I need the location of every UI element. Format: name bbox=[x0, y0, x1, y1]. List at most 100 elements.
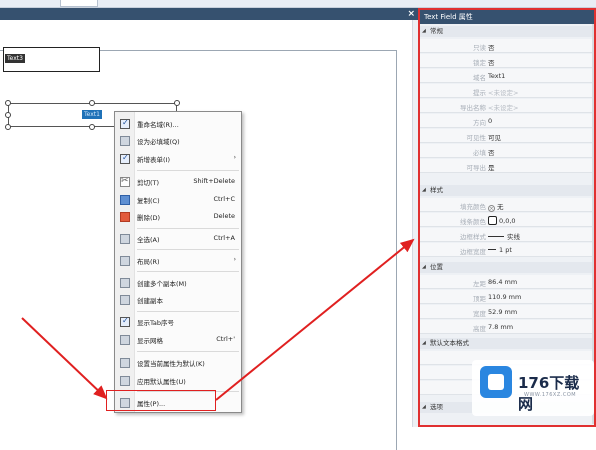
menu-item-layout[interactable]: 布局(R) › bbox=[115, 253, 241, 269]
menu-item-show-grid[interactable]: 显示网格 Ctrl+' bbox=[115, 332, 241, 348]
menu-shortcut: Delete bbox=[213, 212, 235, 220]
resize-handle[interactable] bbox=[5, 124, 11, 130]
site-watermark: 176下载网 WWW.176XZ.COM bbox=[472, 360, 594, 416]
menu-item-label: 复制(C) bbox=[137, 197, 160, 205]
field-name-tag: Text1 bbox=[82, 110, 102, 119]
menu-item-apply-default-properties[interactable]: 应用默认属性(U) bbox=[115, 373, 241, 389]
menu-shortcut: Ctrl+' bbox=[216, 335, 235, 343]
layout-icon bbox=[120, 256, 130, 266]
required-icon bbox=[120, 136, 130, 146]
prop-value: 110.9 mm bbox=[488, 293, 522, 301]
prop-key: 宽度 bbox=[473, 310, 486, 318]
text-field-text3[interactable]: Text3 bbox=[3, 47, 100, 72]
submenu-arrow-icon: › bbox=[233, 154, 236, 161]
prop-row-left[interactable]: 左距 86.4 mm bbox=[420, 275, 594, 289]
resize-handle[interactable] bbox=[89, 124, 95, 130]
no-fill-icon: × bbox=[488, 205, 495, 212]
section-position[interactable]: 位置 bbox=[420, 262, 594, 273]
menu-item-label: 剪切(T) bbox=[137, 179, 160, 187]
close-document-icon[interactable]: × bbox=[407, 8, 415, 20]
prop-row-width[interactable]: 宽度 52.9 mm bbox=[420, 305, 594, 319]
prop-value: 0,0,0 bbox=[499, 217, 516, 225]
submenu-arrow-icon: › bbox=[233, 256, 236, 263]
document-header-bar: × bbox=[0, 8, 418, 20]
solid-line-icon bbox=[488, 236, 504, 237]
prop-row-field-name[interactable]: 域名 Text1 bbox=[420, 69, 594, 83]
prop-value: Text1 bbox=[488, 72, 506, 80]
multiple-copies-icon bbox=[120, 278, 130, 288]
section-style[interactable]: 样式 bbox=[420, 185, 594, 196]
resize-handle[interactable] bbox=[174, 100, 180, 106]
menu-item-cut[interactable]: 剪切(T) Shift+Delete bbox=[115, 174, 241, 190]
menu-item-new-form[interactable]: 新增表单(I) › bbox=[115, 151, 241, 167]
properties-highlight-box bbox=[106, 390, 216, 411]
prop-row-locked[interactable]: 锁定否 bbox=[420, 54, 594, 68]
menu-item-label: 删除(D) bbox=[137, 214, 161, 222]
scissors-icon bbox=[120, 176, 130, 187]
menu-separator bbox=[137, 311, 239, 312]
menu-item-copy[interactable]: 复制(C) Ctrl+C bbox=[115, 192, 241, 208]
prop-value: 否 bbox=[488, 59, 495, 67]
menu-item-label: 布局(R) bbox=[137, 258, 160, 266]
menu-item-set-default-properties[interactable]: 设置当前属性为默认(K) bbox=[115, 355, 241, 371]
prop-value: 1 pt bbox=[499, 246, 512, 254]
prop-row-visibility[interactable]: 可见性 可见 bbox=[420, 129, 594, 143]
resize-handle[interactable] bbox=[89, 100, 95, 106]
prop-row-readonly[interactable]: 只读否 bbox=[420, 39, 594, 53]
menu-item-label: 应用默认属性(U) bbox=[137, 378, 186, 386]
prop-key: 可导出 bbox=[466, 164, 487, 172]
prop-key: 顶距 bbox=[473, 295, 486, 303]
prop-row-required[interactable]: 必填否 bbox=[420, 144, 594, 158]
section-default-text-format[interactable]: 默认文本格式 bbox=[420, 338, 594, 349]
prop-value: 无 bbox=[497, 203, 504, 211]
menu-item-create-multiple-copies[interactable]: 创建多个副本(M) bbox=[115, 275, 241, 291]
apply-default-icon bbox=[120, 376, 130, 386]
prop-row-fill-color[interactable]: 填充颜色 × 无 bbox=[420, 198, 594, 212]
context-menu: 重命名域(R)... 设为必填域(Q) 新增表单(I) › 剪切(T) Shif… bbox=[114, 111, 242, 413]
menu-item-label: 设为必填域(Q) bbox=[137, 138, 180, 146]
menu-item-delete[interactable]: 删除(D) Delete bbox=[115, 209, 241, 225]
prop-value: 否 bbox=[488, 149, 495, 157]
panel-title: Text Field 属性 bbox=[420, 10, 594, 24]
prop-row-border-style[interactable]: 边框样式 实线 bbox=[420, 228, 594, 242]
prop-row-orientation[interactable]: 方向 0 bbox=[420, 114, 594, 128]
copy-icon bbox=[120, 195, 130, 205]
menu-separator bbox=[137, 351, 239, 352]
prop-key: 高度 bbox=[473, 325, 486, 333]
prop-value: 86.4 mm bbox=[488, 278, 518, 286]
menu-separator bbox=[137, 249, 239, 250]
prop-row-top[interactable]: 顶距 110.9 mm bbox=[420, 290, 594, 304]
menu-item-create-copy[interactable]: 创建副本 bbox=[115, 292, 241, 308]
menu-item-label: 全选(A) bbox=[137, 236, 160, 244]
site-logo-icon bbox=[480, 366, 512, 398]
prop-value: 否 bbox=[488, 44, 495, 52]
rename-icon bbox=[120, 118, 130, 129]
watermark-url: WWW.176XZ.COM bbox=[524, 392, 577, 398]
section-general[interactable]: 常规 bbox=[420, 26, 594, 37]
prop-key: 锁定 bbox=[473, 59, 486, 67]
prop-key: 边框样式 bbox=[460, 233, 486, 241]
menu-separator bbox=[137, 228, 239, 229]
copy-field-icon bbox=[120, 295, 130, 305]
resize-handle[interactable] bbox=[5, 112, 11, 118]
menu-item-select-all[interactable]: 全选(A) Ctrl+A bbox=[115, 231, 241, 247]
prop-row-height[interactable]: 高度 7.8 mm bbox=[420, 320, 594, 334]
prop-row-exportable[interactable]: 可导出是 bbox=[420, 159, 594, 173]
menu-item-rename-field[interactable]: 重命名域(R)... bbox=[115, 116, 241, 132]
prop-row-export-name[interactable]: 导出名称 <未设定> bbox=[420, 99, 594, 113]
menu-item-show-tab-order[interactable]: 显示Tab序号 bbox=[115, 314, 241, 330]
prop-row-tooltip[interactable]: 提示 <未设定> bbox=[420, 84, 594, 98]
prop-key: 必填 bbox=[473, 149, 486, 157]
menu-shortcut: Ctrl+A bbox=[213, 234, 235, 242]
prop-row-border-width[interactable]: 边框宽度 1 pt bbox=[420, 243, 594, 257]
select-all-icon bbox=[120, 234, 130, 244]
prop-key: 域名 bbox=[473, 74, 486, 82]
prop-key: 填充颜色 bbox=[460, 203, 486, 211]
menu-shortcut: Ctrl+C bbox=[213, 195, 235, 203]
prop-row-line-color[interactable]: 线条颜色 0,0,0 bbox=[420, 213, 594, 227]
menu-item-label: 设置当前属性为默认(K) bbox=[137, 360, 205, 368]
document-tab[interactable] bbox=[60, 0, 98, 7]
menu-item-set-required[interactable]: 设为必填域(Q) bbox=[115, 133, 241, 149]
resize-handle[interactable] bbox=[5, 100, 11, 106]
line-width-icon bbox=[488, 249, 496, 250]
